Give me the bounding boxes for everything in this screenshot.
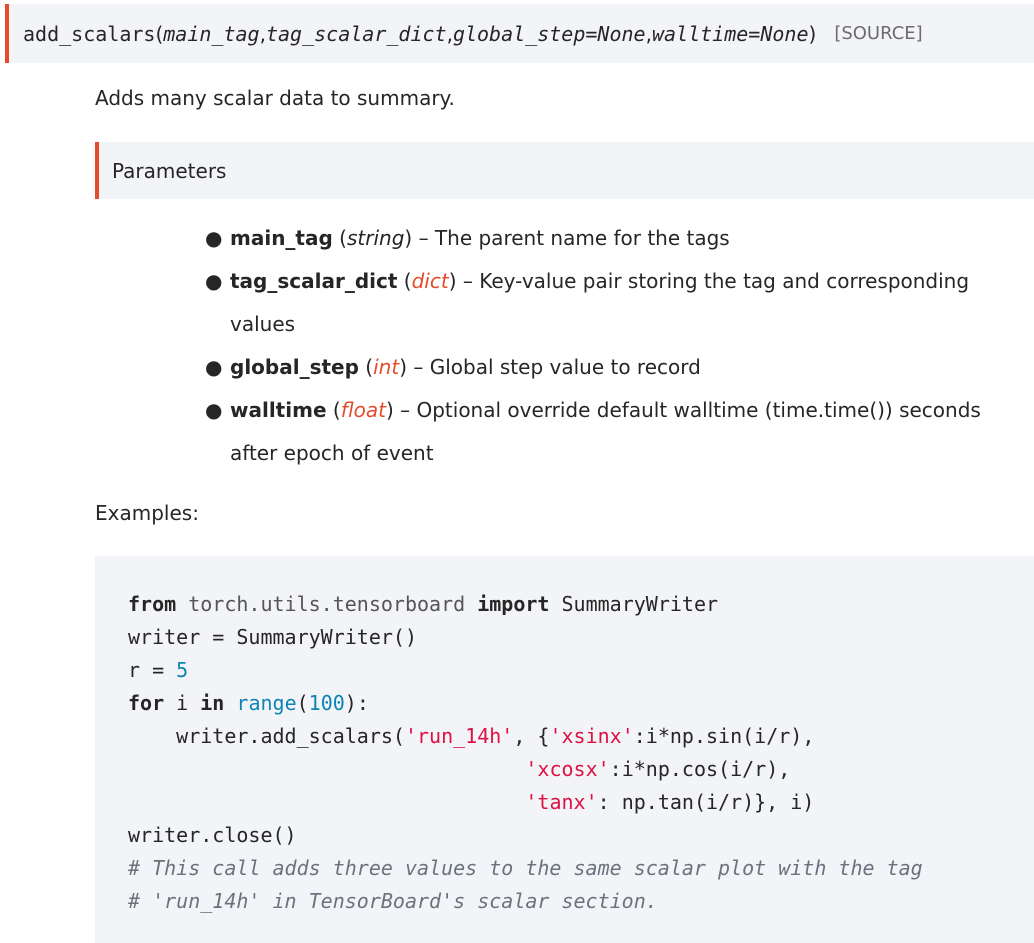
builtin-function: range (236, 691, 297, 715)
parameter-list: ● main_tag (string) – The parent name fo… (205, 217, 1034, 475)
parameter-item: ● global_step (int) – Global step value … (205, 346, 1034, 389)
parameter-type-link[interactable]: dict (412, 269, 449, 293)
close-paren: ) (808, 21, 817, 46)
parameters-title: Parameters (112, 158, 227, 183)
code-line-3: r = 5 (128, 658, 188, 682)
code-line-7: 'tanx': np.tan(i/r)}, i) (128, 790, 814, 814)
parameter-name: tag_scalar_dict (230, 269, 398, 293)
parameter-type-link[interactable]: int (373, 355, 399, 379)
parameter-type-link[interactable]: float (341, 398, 386, 422)
keyword: from (128, 592, 177, 616)
identifier: i (176, 691, 189, 715)
signature-param-walltime: walltime=None (651, 21, 809, 46)
parameter-type: string (346, 226, 405, 250)
bullet-icon: ● (205, 355, 223, 379)
keyword: for (128, 691, 165, 715)
code-text: : np.tan(i/r)}, i) (597, 790, 815, 814)
code-line-2: writer = SummaryWriter() (128, 625, 417, 649)
string-literal: 'xcosx' (525, 757, 610, 781)
keyword: in (200, 691, 225, 715)
code-line-8: writer.close() (128, 823, 297, 847)
function-signature: add_scalars(main_tag, tag_scalar_dict, g… (5, 4, 1034, 63)
identifier: SummaryWriter (561, 592, 719, 616)
number-literal: 100 (308, 691, 345, 715)
code-comment: # 'run_14h' in TensorBoard's scalar sect… (128, 889, 658, 913)
signature-param-tag-scalar-dict: tag_scalar_dict (265, 21, 447, 46)
bullet-icon: ● (205, 269, 223, 293)
bullet-icon: ● (205, 398, 223, 422)
code-comment: # This call adds three values to the sam… (128, 856, 923, 880)
function-summary: Adds many scalar data to summary. (95, 86, 455, 110)
bullet-icon: ● (205, 226, 223, 250)
code-line-4: for i in range(100): (128, 691, 369, 715)
parameter-name: walltime (230, 398, 327, 422)
parameter-name: main_tag (230, 226, 333, 250)
code-text: :i*np.cos(i/r), (609, 757, 791, 781)
parameter-item: ● tag_scalar_dict (dict) – Key-value pai… (205, 260, 1034, 346)
parameters-header: Parameters (95, 142, 1034, 199)
examples-label: Examples: (95, 501, 199, 525)
code-text: ( (296, 691, 309, 715)
code-line-5: writer.add_scalars('run_14h', {'xsinx':i… (128, 724, 814, 748)
function-name: add_scalars (23, 21, 156, 46)
string-literal: 'xsinx' (549, 724, 634, 748)
number-literal: 5 (176, 658, 189, 682)
parameter-item: ● main_tag (string) – The parent name fo… (205, 217, 1034, 260)
code-text: ): (344, 691, 369, 715)
parameter-item: ● walltime (float) – Optional override d… (205, 389, 1034, 475)
string-literal: 'tanx' (525, 790, 598, 814)
source-link[interactable]: [SOURCE] (834, 23, 922, 44)
code-text: , { (513, 724, 550, 748)
code-block: from torch.utils.tensorboard import Summ… (95, 556, 1034, 943)
parameter-name: global_step (230, 355, 359, 379)
parameter-description: – The parent name for the tags (412, 226, 730, 250)
parameter-description: – Global step value to record (407, 355, 701, 379)
code-text: r = (128, 658, 177, 682)
code-line-1: from torch.utils.tensorboard import Summ… (128, 592, 718, 616)
code-text: :i*np.sin(i/r), (633, 724, 815, 748)
signature-param-global-step: global_step=None (452, 21, 646, 46)
module-name: torch.utils.tensorboard (188, 592, 466, 616)
signature-param-main-tag: main_tag (163, 21, 260, 46)
string-literal: 'run_14h' (404, 724, 514, 748)
keyword: import (477, 592, 550, 616)
code-text: writer.add_scalars( (128, 724, 405, 748)
code-content: from torch.utils.tensorboard import Summ… (128, 588, 923, 918)
code-line-6: 'xcosx':i*np.cos(i/r), (128, 757, 790, 781)
